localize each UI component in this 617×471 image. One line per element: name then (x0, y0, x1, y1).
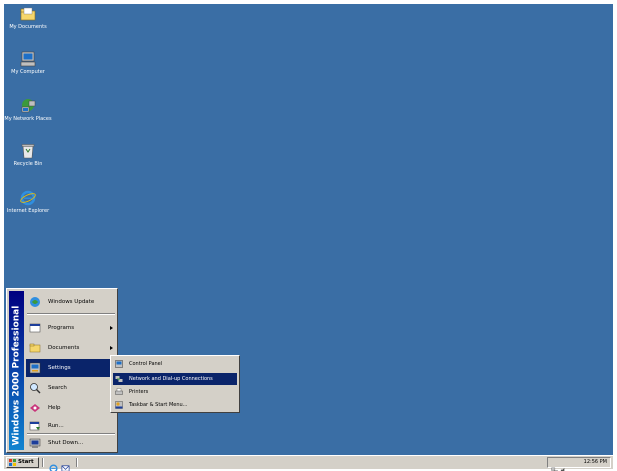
start-menu-item-programs[interactable]: Programs (26, 319, 116, 337)
menu-separator (27, 313, 115, 315)
help-icon (29, 402, 41, 414)
start-menu-item-shut-down[interactable]: Shut Down... (26, 435, 116, 451)
start-menu-item-help[interactable]: Help (26, 399, 116, 417)
volume-icon[interactable] (560, 459, 567, 471)
submenu-item-taskbar-start-menu[interactable]: Taskbar & Start Menu... (113, 399, 237, 411)
recycle-bin-icon (20, 143, 36, 159)
start-menu-banner-text: Windows 2000 Professional (11, 305, 22, 446)
chevron-right-icon (110, 346, 113, 350)
desktop-icon-my-network-places[interactable]: My Network Places (4, 98, 52, 122)
programs-icon (29, 322, 41, 334)
taskbar-separator (76, 458, 78, 467)
start-menu: Windows 2000 Professional Windows Update… (6, 288, 118, 453)
taskbar-icon (115, 401, 123, 409)
chevron-right-icon (110, 326, 113, 330)
desktop-icon-label: Recycle Bin (13, 161, 43, 167)
shutdown-icon (29, 437, 41, 449)
outlook-express-icon[interactable] (61, 458, 70, 471)
desktop-icon-my-computer[interactable]: My Computer (4, 51, 52, 75)
start-menu-item-search[interactable]: Search (26, 379, 116, 397)
desktop-icon-label: Internet Explorer (6, 208, 50, 214)
submenu-item-network-connections[interactable]: Network and Dial-up Connections (113, 373, 237, 385)
run-icon (29, 420, 41, 432)
network-icon (20, 98, 36, 114)
desktop-icon-label: My Computer (11, 69, 45, 75)
windows-logo-icon (9, 459, 16, 466)
control-panel-icon (115, 360, 123, 368)
start-menu-item-windows-update[interactable]: Windows Update (26, 293, 116, 311)
clock[interactable]: 12:56 PM (584, 458, 607, 467)
start-menu-banner: Windows 2000 Professional (9, 291, 24, 450)
printers-icon (115, 388, 123, 396)
network-status-icon[interactable] (551, 459, 558, 471)
taskbar-separator (42, 458, 44, 467)
internet-explorer-icon[interactable] (49, 458, 58, 471)
taskbar: Start 12:56 PM (4, 455, 613, 471)
screen: My Documents My Computer My Network Plac… (0, 0, 617, 471)
settings-icon (29, 362, 41, 374)
submenu-item-control-panel[interactable]: Control Panel (113, 358, 237, 370)
system-tray: 12:56 PM (547, 457, 611, 471)
desktop-icon-recycle-bin[interactable]: Recycle Bin (4, 143, 52, 167)
start-button[interactable]: Start (6, 457, 39, 468)
desktop-icon-label: My Documents (9, 24, 47, 30)
desktop-icon-my-documents[interactable]: My Documents (4, 6, 52, 30)
start-button-label: Start (18, 459, 34, 465)
windows-update-icon (29, 296, 41, 308)
settings-submenu: Control Panel Network and Dial-up Connec… (110, 355, 240, 413)
search-icon (29, 382, 41, 394)
desktop-icon-label: My Network Places (4, 116, 52, 122)
desktop: My Documents My Computer My Network Plac… (4, 4, 613, 455)
start-menu-item-settings[interactable]: Settings (26, 359, 116, 377)
internet-explorer-icon (20, 190, 36, 206)
start-menu-item-documents[interactable]: Documents (26, 339, 116, 357)
documents-icon (29, 342, 41, 354)
folder-icon (20, 6, 36, 22)
network-connections-icon (115, 375, 123, 383)
submenu-item-printers[interactable]: Printers (113, 386, 237, 398)
desktop-icon-internet-explorer[interactable]: Internet Explorer (4, 190, 52, 214)
computer-icon (20, 51, 36, 67)
